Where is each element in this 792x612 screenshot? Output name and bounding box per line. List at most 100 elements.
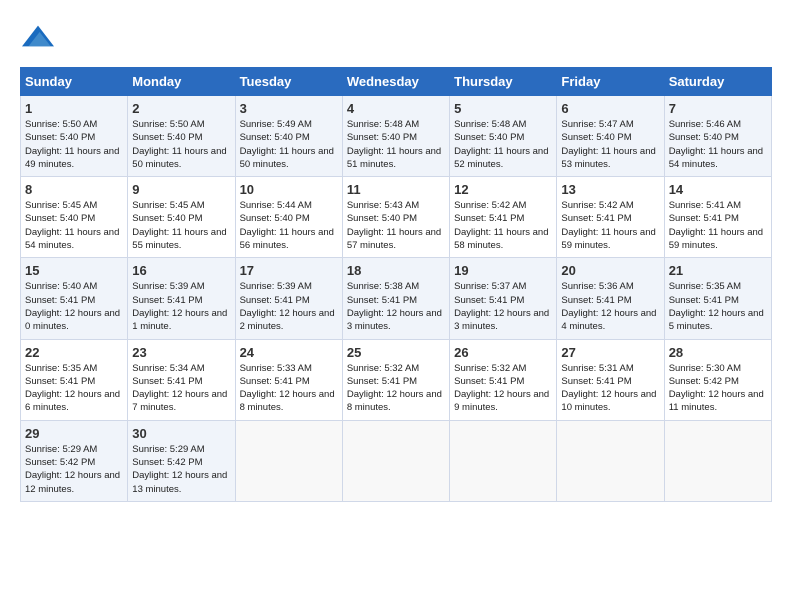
calendar-cell: 6Sunrise: 5:47 AMSunset: 5:40 PMDaylight… [557, 96, 664, 177]
day-number: 3 [240, 101, 338, 116]
calendar-week-row: 29 Sunrise: 5:29 AMSunset: 5:42 PMDayligh… [21, 420, 772, 501]
day-number: 27 [561, 345, 659, 360]
calendar-cell: 15 Sunrise: 5:40 AMSunset: 5:41 PMDayligh… [21, 258, 128, 339]
day-info: Sunrise: 5:33 AMSunset: 5:41 PMDaylight:… [240, 362, 338, 415]
calendar-cell: 14 Sunrise: 5:41 AMSunset: 5:41 PMDayligh… [664, 177, 771, 258]
day-info: Sunrise: 5:34 AMSunset: 5:41 PMDaylight:… [132, 362, 230, 415]
day-number: 25 [347, 345, 445, 360]
day-info: Sunrise: 5:48 AMSunset: 5:40 PMDaylight:… [454, 118, 552, 171]
calendar-cell: 18 Sunrise: 5:38 AMSunset: 5:41 PMDayligh… [342, 258, 449, 339]
calendar-header: SundayMondayTuesdayWednesdayThursdayFrid… [21, 68, 772, 96]
day-info: Sunrise: 5:42 AMSunset: 5:41 PMDaylight:… [454, 199, 552, 252]
day-info: Sunrise: 5:45 AMSunset: 5:40 PMDaylight:… [25, 199, 123, 252]
day-number: 17 [240, 263, 338, 278]
calendar-table: SundayMondayTuesdayWednesdayThursdayFrid… [20, 67, 772, 502]
day-info: Sunrise: 5:44 AMSunset: 5:40 PMDaylight:… [240, 199, 338, 252]
day-info: Sunrise: 5:30 AMSunset: 5:42 PMDaylight:… [669, 362, 767, 415]
calendar-cell: 27 Sunrise: 5:31 AMSunset: 5:41 PMDayligh… [557, 339, 664, 420]
header-day: Wednesday [342, 68, 449, 96]
day-info: Sunrise: 5:29 AMSunset: 5:42 PMDaylight:… [25, 443, 123, 496]
day-info: Sunrise: 5:40 AMSunset: 5:41 PMDaylight:… [25, 280, 123, 333]
day-info: Sunrise: 5:38 AMSunset: 5:41 PMDaylight:… [347, 280, 445, 333]
calendar-cell: 3 Sunrise: 5:49 AMSunset: 5:40 PMDaylight… [235, 96, 342, 177]
day-info: Sunrise: 5:42 AMSunset: 5:41 PMDaylight:… [561, 199, 659, 252]
day-number: 8 [25, 182, 123, 197]
day-info: Sunrise: 5:48 AMSunset: 5:40 PMDaylight:… [347, 118, 445, 171]
calendar-body: 1 Sunrise: 5:50 AMSunset: 5:40 PMDaylight… [21, 96, 772, 502]
day-info: Sunrise: 5:35 AMSunset: 5:41 PMDaylight:… [25, 362, 123, 415]
day-number: 15 [25, 263, 123, 278]
day-info: Sunrise: 5:50 AMSunset: 5:40 PMDaylight:… [132, 118, 230, 171]
calendar-cell: 20Sunrise: 5:36 AMSunset: 5:41 PMDayligh… [557, 258, 664, 339]
day-number: 21 [669, 263, 767, 278]
day-number: 13 [561, 182, 659, 197]
day-number: 24 [240, 345, 338, 360]
day-number: 28 [669, 345, 767, 360]
calendar-cell [450, 420, 557, 501]
day-info: Sunrise: 5:35 AMSunset: 5:41 PMDaylight:… [669, 280, 767, 333]
calendar-week-row: 1 Sunrise: 5:50 AMSunset: 5:40 PMDaylight… [21, 96, 772, 177]
day-number: 11 [347, 182, 445, 197]
calendar-cell [664, 420, 771, 501]
logo [20, 20, 54, 57]
calendar-cell: 12 Sunrise: 5:42 AMSunset: 5:41 PMDayligh… [450, 177, 557, 258]
calendar-cell: 1 Sunrise: 5:50 AMSunset: 5:40 PMDaylight… [21, 96, 128, 177]
day-info: Sunrise: 5:45 AMSunset: 5:40 PMDaylight:… [132, 199, 230, 252]
day-number: 4 [347, 101, 445, 116]
day-number: 10 [240, 182, 338, 197]
calendar-cell: 13 Sunrise: 5:42 AMSunset: 5:41 PMDayligh… [557, 177, 664, 258]
calendar-cell [342, 420, 449, 501]
day-number: 14 [669, 182, 767, 197]
header-day: Sunday [21, 68, 128, 96]
calendar-cell [557, 420, 664, 501]
header-day: Friday [557, 68, 664, 96]
calendar-cell: 22Sunrise: 5:35 AMSunset: 5:41 PMDayligh… [21, 339, 128, 420]
calendar-cell: 2 Sunrise: 5:50 AMSunset: 5:40 PMDaylight… [128, 96, 235, 177]
header-day: Tuesday [235, 68, 342, 96]
calendar-cell: 16 Sunrise: 5:39 AMSunset: 5:41 PMDayligh… [128, 258, 235, 339]
logo-icon [22, 20, 54, 52]
calendar-cell: 28 Sunrise: 5:30 AMSunset: 5:42 PMDayligh… [664, 339, 771, 420]
header [20, 20, 772, 57]
day-number: 1 [25, 101, 123, 116]
header-day: Thursday [450, 68, 557, 96]
day-number: 16 [132, 263, 230, 278]
day-number: 20 [561, 263, 659, 278]
day-info: Sunrise: 5:39 AMSunset: 5:41 PMDaylight:… [132, 280, 230, 333]
calendar-cell: 17 Sunrise: 5:39 AMSunset: 5:41 PMDayligh… [235, 258, 342, 339]
calendar-week-row: 22Sunrise: 5:35 AMSunset: 5:41 PMDayligh… [21, 339, 772, 420]
header-day: Monday [128, 68, 235, 96]
day-number: 7 [669, 101, 767, 116]
day-number: 23 [132, 345, 230, 360]
day-number: 5 [454, 101, 552, 116]
day-info: Sunrise: 5:32 AMSunset: 5:41 PMDaylight:… [347, 362, 445, 415]
day-number: 26 [454, 345, 552, 360]
day-info: Sunrise: 5:39 AMSunset: 5:41 PMDaylight:… [240, 280, 338, 333]
calendar-cell: 26 Sunrise: 5:32 AMSunset: 5:41 PMDayligh… [450, 339, 557, 420]
day-info: Sunrise: 5:47 AMSunset: 5:40 PMDaylight:… [561, 118, 659, 171]
calendar-week-row: 8 Sunrise: 5:45 AMSunset: 5:40 PMDaylight… [21, 177, 772, 258]
calendar-cell: 30Sunrise: 5:29 AMSunset: 5:42 PMDayligh… [128, 420, 235, 501]
page-container: SundayMondayTuesdayWednesdayThursdayFrid… [0, 0, 792, 512]
calendar-cell: 9 Sunrise: 5:45 AMSunset: 5:40 PMDaylight… [128, 177, 235, 258]
calendar-cell: 7Sunrise: 5:46 AMSunset: 5:40 PMDaylight… [664, 96, 771, 177]
day-info: Sunrise: 5:37 AMSunset: 5:41 PMDaylight:… [454, 280, 552, 333]
day-number: 9 [132, 182, 230, 197]
day-number: 30 [132, 426, 230, 441]
day-number: 12 [454, 182, 552, 197]
header-day: Saturday [664, 68, 771, 96]
day-number: 2 [132, 101, 230, 116]
day-number: 19 [454, 263, 552, 278]
day-info: Sunrise: 5:31 AMSunset: 5:41 PMDaylight:… [561, 362, 659, 415]
day-number: 18 [347, 263, 445, 278]
calendar-cell: 21 Sunrise: 5:35 AMSunset: 5:41 PMDayligh… [664, 258, 771, 339]
calendar-cell: 25 Sunrise: 5:32 AMSunset: 5:41 PMDayligh… [342, 339, 449, 420]
day-info: Sunrise: 5:41 AMSunset: 5:41 PMDaylight:… [669, 199, 767, 252]
day-info: Sunrise: 5:50 AMSunset: 5:40 PMDaylight:… [25, 118, 123, 171]
calendar-cell: 10 Sunrise: 5:44 AMSunset: 5:40 PMDayligh… [235, 177, 342, 258]
day-info: Sunrise: 5:32 AMSunset: 5:41 PMDaylight:… [454, 362, 552, 415]
day-number: 29 [25, 426, 123, 441]
calendar-cell: 4 Sunrise: 5:48 AMSunset: 5:40 PMDaylight… [342, 96, 449, 177]
day-info: Sunrise: 5:43 AMSunset: 5:40 PMDaylight:… [347, 199, 445, 252]
day-info: Sunrise: 5:49 AMSunset: 5:40 PMDaylight:… [240, 118, 338, 171]
